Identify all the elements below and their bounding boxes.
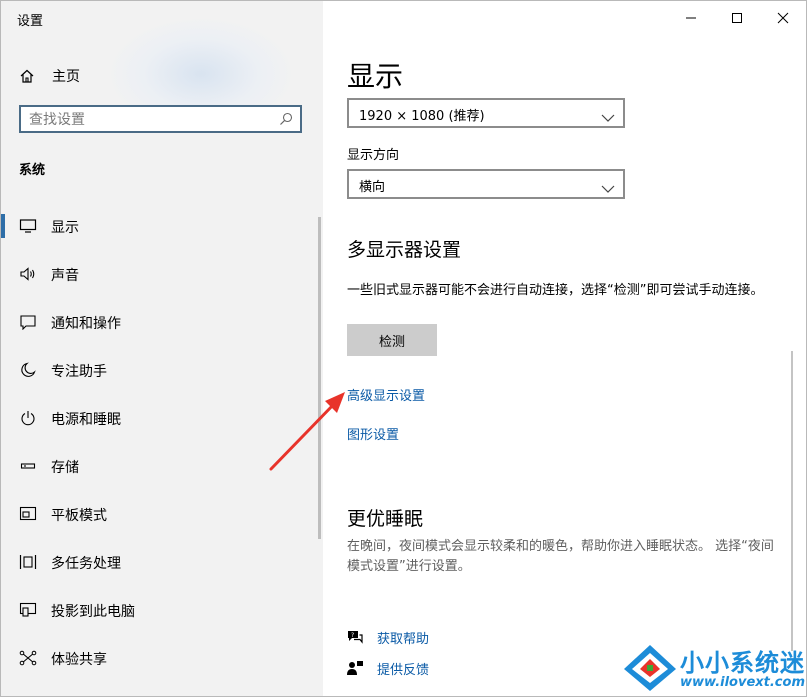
watermark: 小小系统迷 www.ilovext.com — [616, 641, 806, 696]
sidebar-item-label: 存储 — [51, 460, 79, 476]
get-help-label: 获取帮助 — [377, 631, 430, 647]
sleep-heading: 更优睡眠 — [347, 508, 424, 530]
orientation-label: 显示方向 — [347, 148, 400, 163]
section-title-system: 系统 — [19, 163, 46, 178]
sidebar-item-label: 声音 — [51, 268, 79, 284]
multitask-icon — [18, 552, 38, 572]
orientation-dropdown[interactable]: 横向 — [347, 169, 625, 199]
maximize-button[interactable] — [714, 1, 760, 35]
watermark-name: 小小系统迷 — [680, 649, 805, 677]
watermark-logo-icon — [624, 645, 676, 691]
feedback-person-icon — [345, 658, 365, 678]
chevron-down-icon — [601, 179, 615, 193]
window-controls — [668, 1, 806, 35]
sleep-description: 在晚间，夜间模式会显示较柔和的暖色，帮助你进入睡眠状态。 选择“夜间模式设置”进… — [347, 539, 774, 574]
app-title: 设置 — [17, 14, 44, 29]
sidebar-item-display[interactable]: 显示 — [1, 202, 323, 250]
multi-display-description: 一些旧式显示器可能不会进行自动连接，选择“检测”即可尝试手动连接。 — [347, 283, 764, 298]
get-help-link[interactable]: ? 获取帮助 — [345, 627, 429, 647]
settings-window: 设置 主页 系统 显示 声 — [0, 0, 807, 697]
multi-display-heading: 多显示器设置 — [347, 239, 462, 261]
svg-text:?: ? — [351, 632, 354, 639]
minimize-button[interactable] — [668, 1, 714, 35]
search-input[interactable] — [29, 110, 269, 130]
close-button[interactable] — [760, 1, 806, 35]
share-icon — [18, 648, 38, 668]
sidebar-item-label: 多任务处理 — [51, 556, 121, 572]
give-feedback-link[interactable]: 提供反馈 — [345, 658, 429, 678]
sidebar-item-label: 投影到此电脑 — [51, 604, 135, 620]
storage-icon — [18, 456, 38, 476]
sidebar-item-label: 通知和操作 — [51, 316, 121, 332]
annotation-arrow — [269, 392, 345, 471]
detect-button[interactable]: 检测 — [347, 324, 437, 356]
sidebar-item-tablet-mode[interactable]: 平板模式 — [1, 490, 323, 538]
give-feedback-label: 提供反馈 — [377, 662, 430, 678]
main-panel: 显示 1920 × 1080 (推荐) 显示方向 横向 多显示器设置 一些旧式显… — [323, 1, 806, 696]
orientation-value: 横向 — [359, 180, 386, 195]
tablet-icon — [18, 504, 38, 524]
sidebar-home-label: 主页 — [52, 69, 80, 85]
page-title: 显示 — [347, 60, 404, 93]
speaker-icon — [18, 264, 38, 284]
minimize-icon — [686, 17, 696, 19]
moon-icon — [18, 360, 38, 380]
resolution-dropdown[interactable]: 1920 × 1080 (推荐) — [347, 98, 625, 128]
search-box[interactable] — [19, 105, 302, 133]
sidebar-item-project-to-pc[interactable]: 投影到此电脑 — [1, 586, 323, 634]
watermark-url: www.ilovext.com — [680, 675, 805, 690]
sidebar-item-notifications[interactable]: 通知和操作 — [1, 298, 323, 346]
monitor-icon — [18, 216, 38, 236]
notification-icon — [18, 312, 38, 332]
sidebar-item-sound[interactable]: 声音 — [1, 250, 323, 298]
main-scrollbar[interactable] — [791, 351, 793, 651]
sidebar-item-shared-experiences[interactable]: 体验共享 — [1, 634, 323, 682]
sidebar-scrollbar[interactable] — [318, 217, 321, 539]
maximize-icon — [732, 13, 742, 23]
sidebar: 设置 主页 系统 显示 声 — [1, 1, 323, 696]
help-chat-icon: ? — [345, 627, 365, 647]
sidebar-item-label: 显示 — [51, 220, 79, 236]
sidebar-item-multitasking[interactable]: 多任务处理 — [1, 538, 323, 586]
power-icon — [18, 408, 38, 428]
resolution-value: 1920 × 1080 (推荐) — [359, 109, 485, 124]
home-icon — [17, 66, 37, 86]
sidebar-item-label: 专注助手 — [51, 364, 107, 380]
search-icon[interactable] — [278, 111, 294, 127]
sidebar-item-label: 体验共享 — [51, 652, 107, 668]
chevron-down-icon — [601, 108, 615, 122]
close-icon — [777, 12, 789, 24]
sidebar-item-label: 电源和睡眠 — [51, 412, 121, 428]
sidebar-item-label: 平板模式 — [51, 508, 107, 524]
project-icon — [18, 600, 38, 620]
sidebar-home-item[interactable]: 主页 — [17, 65, 80, 87]
